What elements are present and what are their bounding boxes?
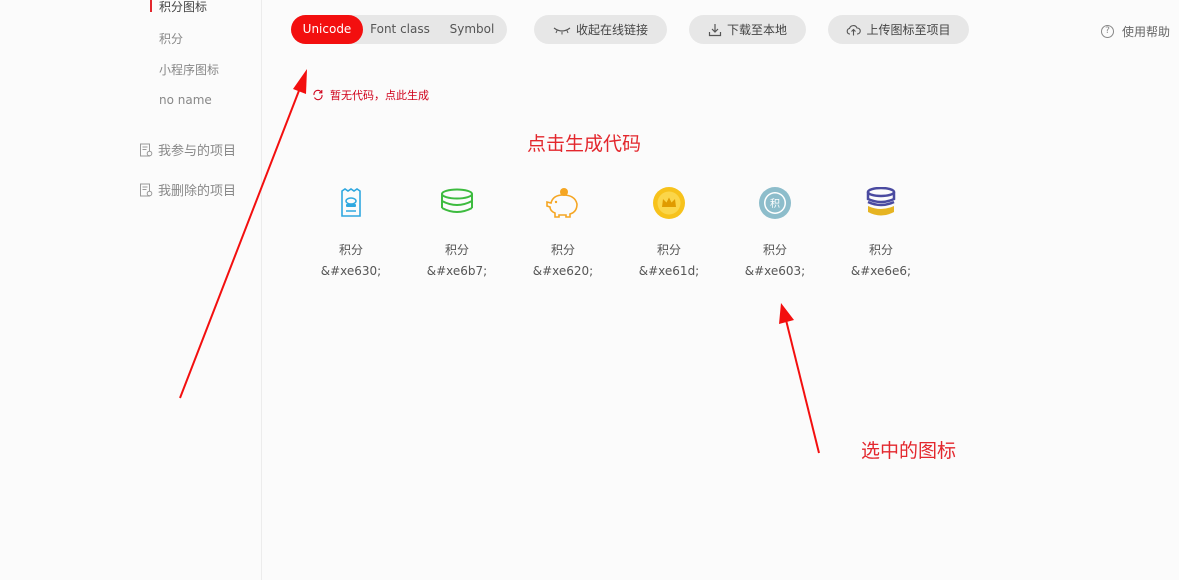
svg-text:积: 积: [770, 198, 780, 210]
active-indicator: [150, 0, 152, 12]
arrow-to-selected-icons: [779, 303, 820, 454]
collapse-link-button[interactable]: 收起在线链接: [534, 15, 667, 44]
sidebar: 积分图标 积分 小程序图标 no name 我参与的项目 我删除的项目: [0, 0, 262, 580]
icon-name: 积分: [444, 243, 469, 257]
coin-stack-icon: [441, 188, 473, 213]
sidebar-group-deleted[interactable]: 我删除的项目: [139, 180, 236, 199]
icon-card[interactable]: 积分 &#xe6e6;: [841, 180, 921, 278]
points-badge-icon: 积: [759, 187, 791, 219]
project-doc-icon: [140, 143, 153, 156]
icon-code: &#xe61d;: [638, 264, 700, 278]
generate-code-link[interactable]: 暂无代码，点此生成: [312, 87, 429, 103]
icon-card[interactable]: 积分 &#xe61d;: [629, 180, 709, 278]
tab-unicode[interactable]: Unicode: [291, 15, 363, 44]
icon-name: 积分: [868, 243, 893, 257]
database-coins-icon: [866, 187, 896, 216]
upload-to-project-button[interactable]: 上传图标至项目: [828, 15, 969, 44]
refresh-icon: [313, 89, 323, 101]
icon-code: &#xe630;: [320, 264, 382, 278]
tab-font-class[interactable]: Font class: [363, 15, 437, 44]
tab-symbol[interactable]: Symbol: [437, 15, 507, 44]
help-link[interactable]: ? 使用帮助: [1101, 23, 1170, 40]
sidebar-group-label: 我参与的项目: [158, 144, 237, 159]
help-icon: ?: [1101, 25, 1114, 38]
icon-name: 积分: [762, 243, 787, 257]
icon-code: &#xe620;: [532, 264, 594, 278]
icon-card[interactable]: 积分 &#xe6b7;: [417, 180, 497, 278]
sidebar-item-points-icons[interactable]: 积分图标: [159, 0, 207, 15]
receipt-icon: [341, 188, 361, 217]
sidebar-group-participated[interactable]: 我参与的项目: [139, 140, 236, 159]
sidebar-group-label: 我删除的项目: [158, 184, 237, 199]
piggy-bank-icon: [546, 188, 578, 218]
download-icon: [708, 23, 722, 36]
download-button[interactable]: 下载至本地: [689, 15, 806, 44]
icon-name: 积分: [338, 243, 363, 257]
icon-code: &#xe6b7;: [426, 264, 488, 278]
sidebar-item-miniprogram-icons[interactable]: 小程序图标: [159, 61, 219, 78]
deleted-doc-icon: [140, 183, 153, 196]
annotation-generate-code: 点击生成代码: [527, 133, 642, 155]
icon-card[interactable]: 积 积分 &#xe603;: [735, 180, 815, 278]
sidebar-item-no-name[interactable]: no name: [159, 93, 212, 107]
icon-name: 积分: [656, 243, 681, 257]
icon-name: 积分: [550, 243, 575, 257]
icon-card[interactable]: 积分 &#xe620;: [523, 180, 603, 278]
crown-coin-icon: [653, 187, 685, 219]
eye-closed-icon: [553, 27, 571, 34]
icon-code: &#xe603;: [744, 264, 806, 278]
cloud-upload-icon: [847, 24, 862, 35]
icon-code: &#xe6e6;: [850, 264, 912, 278]
code-type-switch: Unicode Font class Symbol: [291, 15, 507, 44]
icon-card[interactable]: 积分 &#xe630;: [311, 180, 391, 278]
sidebar-item-points[interactable]: 积分: [159, 30, 183, 47]
annotation-selected-icons: 选中的图标: [861, 440, 957, 462]
